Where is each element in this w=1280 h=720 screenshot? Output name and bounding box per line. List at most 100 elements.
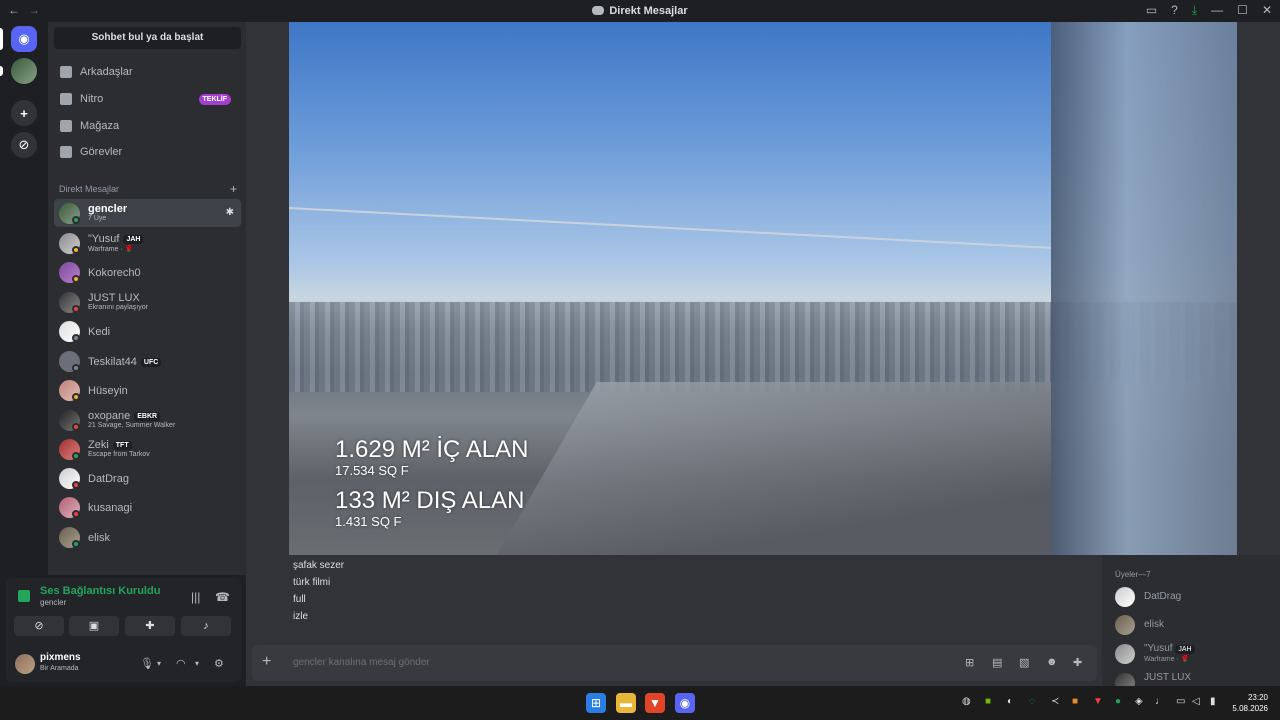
inbox-icon[interactable]: ▭ [1146,3,1157,18]
status-dot [72,216,80,224]
dm-item-yusuf[interactable]: "Yusuf JAH Warframe · 🌹 [54,229,241,257]
dm-item-kedi[interactable]: Kedi [54,317,241,345]
microphone-icon[interactable]: 🎙 [140,657,154,670]
status-dot [72,540,80,548]
window-title: Direkt Mesajlar [0,5,1280,17]
camera-button[interactable]: ⊘ [14,616,64,636]
chevron-down-icon[interactable]: ▾ [157,659,161,668]
nav-friends[interactable]: Arkadaşlar [54,60,241,84]
upload-plus-icon[interactable]: + [262,653,271,671]
voice-channel[interactable]: gencler [40,598,66,607]
voice-status: Ses Bağlantısı Kuruldu [40,585,161,597]
home-button[interactable]: ◉ [11,26,37,52]
message-composer[interactable]: + gencler kanalına mesaj gönder ⊞ ▤ ▧ ☻ … [252,645,1097,681]
discord-icon: ◉ [679,696,691,710]
volume-icon[interactable]: ◁ [1192,696,1200,707]
create-dm-icon[interactable]: + [230,182,237,196]
sticker-icon[interactable]: ▧ [1019,656,1029,669]
tray-app-icon[interactable]: ■ [1072,696,1078,707]
gif-icon[interactable]: ▤ [992,656,1002,669]
nitro-icon [60,93,72,105]
tray-app-icon[interactable]: ● [1115,696,1121,707]
member-just-lux[interactable]: JUST LUX [1115,671,1275,686]
brave-icon: ▼ [649,696,661,710]
network-icon[interactable]: ▭ [1176,696,1185,707]
server-avatar[interactable] [11,58,37,84]
tray-app-icon[interactable]: ◍ [962,696,971,707]
status-dot [72,246,80,254]
dm-item-datdrag[interactable]: DatDrag [54,464,241,492]
dm-item-zeki[interactable]: Zeki TFT Escape from Tarkov [54,435,241,463]
dm-item-just-lux[interactable]: JUST LUX Ekranını paylaşıyor [54,288,241,316]
emoji-icon[interactable]: ☻ [1046,656,1058,668]
member-datdrag[interactable]: DatDrag [1115,585,1275,609]
search-dm-button[interactable]: Sohbet bul ya da başlat [54,27,241,49]
nvidia-icon[interactable]: ■ [985,696,991,707]
message: türk filmi [293,577,331,588]
clock[interactable]: 23:20 5.08.2026 [1232,692,1268,714]
start-button[interactable]: ⊞ [586,693,606,713]
nav-quests[interactable]: Görevler [54,140,241,164]
chevron-down-icon[interactable]: ▾ [195,659,199,668]
minimize-icon[interactable]: — [1211,3,1223,18]
plus-icon: + [20,105,28,121]
discover-button[interactable]: ⊘ [11,132,37,158]
brave-browser-button[interactable]: ▼ [645,693,665,713]
dm-item-elisk[interactable]: elisk [54,523,241,551]
file-explorer-button[interactable]: ▬ [616,693,636,713]
activities-icon: ✚ [145,620,155,632]
tray-app-icon[interactable]: ◐ [1007,696,1013,707]
soundboard-button[interactable]: ♪ [181,616,231,636]
status-dot [72,275,80,283]
member-list: Üyeler—7 DatDrag elisk "Yusuf JAH Warfra… [1102,555,1280,686]
user-avatar[interactable] [15,654,35,674]
close-icon[interactable]: ✕ [1262,3,1272,18]
status-dot [72,452,80,460]
message-input[interactable]: gencler kanalına mesaj gönder [293,657,430,668]
nav-nitro[interactable]: Nitro TEKLİF [54,87,241,111]
windows-icon: ⊞ [590,696,602,710]
dm-item-gencler[interactable]: gencler 7 Üye ✱ [54,199,241,227]
glass-facade [1051,22,1237,555]
disconnect-icon[interactable]: ☎ [215,590,230,604]
security-icon[interactable]: ◈ [1135,696,1143,707]
signal-icon[interactable] [18,590,30,602]
voice-panel: Ses Bağlantısı Kuruldu gencler ||| ☎ ⊘ ▣… [6,578,241,682]
tray-app-icon[interactable]: ▼ [1093,696,1103,707]
stream-video[interactable]: 1.629 M² İÇ ALAN 17.534 SQ F 133 M² DIŞ … [289,22,1237,555]
tray-app-icon[interactable]: ◌ [1029,696,1035,707]
unread-pill [0,66,3,76]
friends-icon [60,66,72,78]
status-dot [72,423,80,431]
dm-item-kokorech0[interactable]: Kokorech0 [54,258,241,286]
member-yusuf[interactable]: "Yusuf JAH Warframe · 🌹 [1115,642,1275,666]
dm-item-teskilat44[interactable]: Teskilat44 UFC [54,347,241,375]
microphone-tray-icon[interactable]: ♩ [1155,696,1165,707]
user-status: Bir Aramada [40,665,79,672]
video-caption-3: 133 M² DIŞ ALAN [335,487,525,514]
discord-taskbar-button[interactable]: ◉ [675,693,695,713]
status-dot [72,393,80,401]
tray-app-icon[interactable]: ≺ [1051,696,1059,707]
download-icon[interactable]: ⤓ [1192,3,1197,18]
member-elisk[interactable]: elisk [1115,613,1275,637]
help-icon[interactable]: ? [1171,3,1178,18]
screen-share-button[interactable]: ▣ [69,616,119,636]
status-dot [72,334,80,342]
apps-icon[interactable]: ✚ [1073,656,1082,669]
activities-button[interactable]: ✚ [125,616,175,636]
dm-item-oxopane[interactable]: oxopane EBKR 21 Savage, Summer Walker [54,406,241,434]
shop-icon [60,120,72,132]
headphones-icon[interactable]: ◠ [176,657,186,670]
nav-shop[interactable]: Mağaza [54,114,241,138]
add-server-button[interactable]: + [11,100,37,126]
dm-item-kusanagi[interactable]: kusanagi [54,493,241,521]
pin-icon[interactable]: ✱ [226,207,234,218]
dm-item-huseyin[interactable]: Hüseyin [54,376,241,404]
gift-icon[interactable]: ⊞ [965,656,974,669]
battery-icon[interactable]: ▮ [1210,696,1216,707]
noise-suppression-icon[interactable]: ||| [191,590,200,604]
settings-gear-icon[interactable]: ⚙ [214,657,224,670]
maximize-icon[interactable]: ☐ [1237,3,1248,18]
discord-icon: ◉ [18,31,30,46]
